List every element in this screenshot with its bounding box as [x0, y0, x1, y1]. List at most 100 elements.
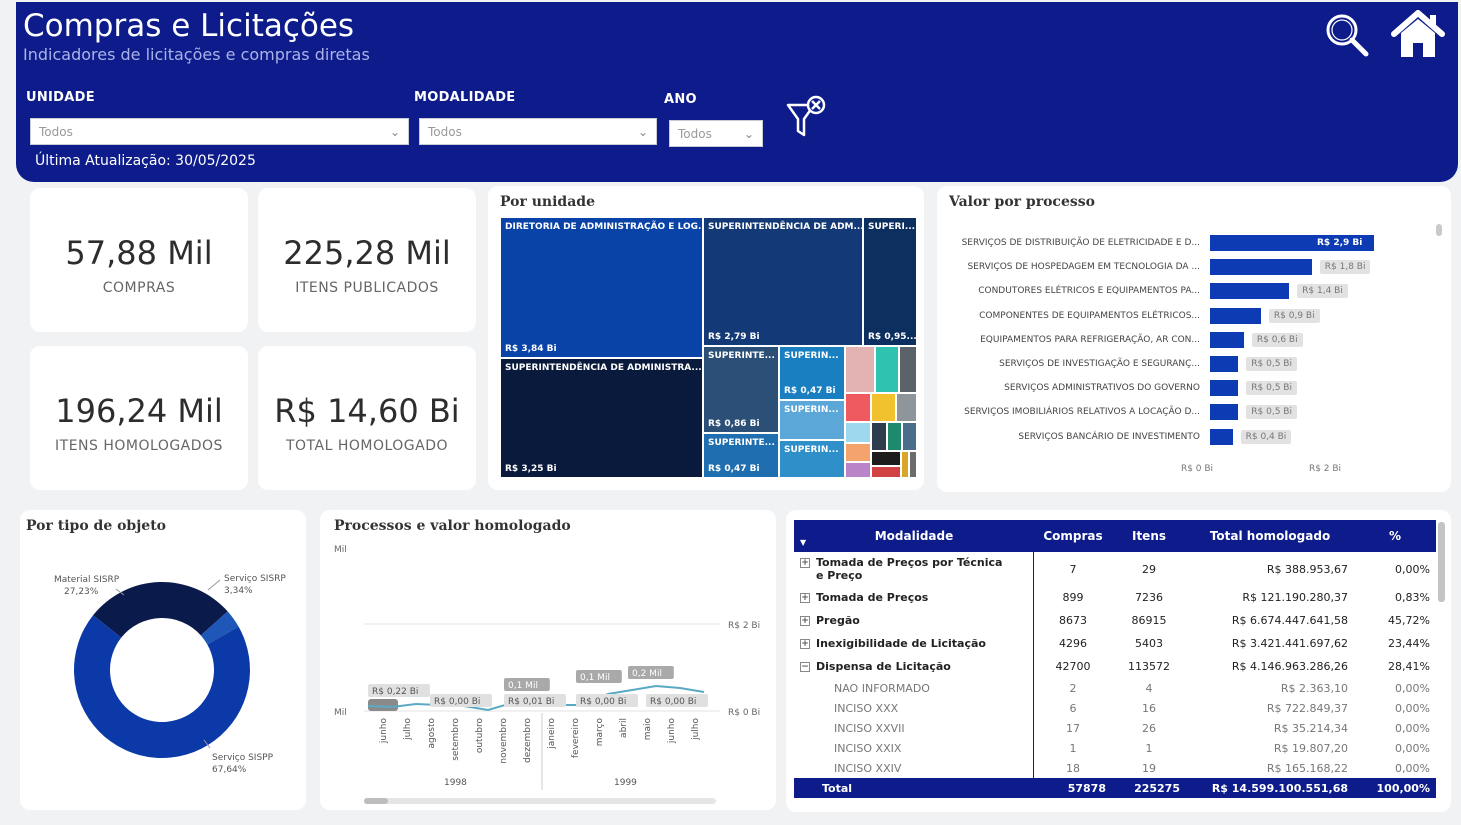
- donut-slice[interactable]: [74, 615, 251, 758]
- bar[interactable]: [1210, 404, 1239, 421]
- treemap-tile[interactable]: [887, 422, 902, 451]
- table-header-row: Modalidade ▼ Compras Itens Total homolog…: [794, 520, 1436, 552]
- row-label: INCISO XXIV: [834, 761, 902, 775]
- table-row[interactable]: + Inexigibilidade de Licitação 4296 5403 R$ …: [794, 632, 1436, 655]
- scrollbar-thumb[interactable]: [364, 798, 388, 804]
- col-itens[interactable]: Itens: [1112, 520, 1186, 552]
- kpi-value: 196,24 Mil: [55, 392, 223, 430]
- x-tick-label: outubro: [475, 718, 485, 754]
- treemap-tile[interactable]: [845, 462, 871, 478]
- column-bar[interactable]: [368, 699, 398, 711]
- bar[interactable]: [1210, 259, 1312, 276]
- treemap-tile[interactable]: [896, 393, 917, 422]
- table-subrow[interactable]: INCISO XXIX 1 1 R$ 19.807,20 0,00%: [794, 738, 1436, 758]
- row-label: Pregão: [816, 614, 860, 627]
- table-row[interactable]: + Tomada de Preços 899 7236 R$ 121.190.280,3…: [794, 586, 1436, 609]
- treemap-tile[interactable]: SUPERINTE... R$ 0,86 Bi: [703, 346, 779, 433]
- expand-icon[interactable]: +: [800, 558, 810, 568]
- expand-icon[interactable]: +: [800, 639, 810, 649]
- valor-processo-title: Valor por processo: [949, 194, 1095, 210]
- table-subrow[interactable]: NAO INFORMADO 2 4 R$ 2.363,10 0,00%: [794, 678, 1436, 698]
- treemap-tile-name: SUPERIN...: [784, 445, 839, 455]
- treemap-tile[interactable]: [871, 451, 901, 466]
- scrollbar-thumb[interactable]: [1438, 522, 1445, 602]
- table-subrow[interactable]: INCISO XXVII 17 26 R$ 35.214,34 0,00%: [794, 718, 1436, 738]
- table-subrow[interactable]: INCISO XXIV 18 19 R$ 165.168,22 0,00%: [794, 758, 1436, 778]
- treemap-tile[interactable]: [871, 466, 901, 478]
- treemap-tile[interactable]: [909, 451, 917, 478]
- kpi-label: ITENS PUBLICADOS: [295, 280, 439, 296]
- scrollbar-track[interactable]: [364, 798, 716, 804]
- bar-category-label: SERVIÇOS ADMINISTRATIVOS DO GOVERNO: [1004, 383, 1200, 394]
- x-tick-label: julho: [403, 718, 413, 741]
- filter-clear-icon[interactable]: [786, 95, 828, 141]
- cell-total: R$ 4.146.963.286,26: [1231, 660, 1348, 673]
- bar-category-label: SERVIÇOS DE HOSPEDAGEM EM TECNOLOGIA DA …: [967, 262, 1200, 273]
- table-row[interactable]: − Dispensa de Licitação 42700 113572 R$ 4.14…: [794, 655, 1436, 678]
- table-subrow[interactable]: INCISO XXX 6 16 R$ 722.849,37 0,00%: [794, 698, 1436, 718]
- bar[interactable]: [1210, 380, 1239, 397]
- expand-icon[interactable]: +: [800, 593, 810, 603]
- treemap-tile[interactable]: [902, 422, 917, 451]
- bar[interactable]: [1210, 307, 1261, 324]
- cell-compras: 42700: [1055, 660, 1091, 673]
- treemap-tile[interactable]: [871, 422, 887, 451]
- cell-itens: 4: [1145, 681, 1153, 695]
- treemap-tile[interactable]: [845, 422, 871, 443]
- treemap-tile[interactable]: [845, 393, 871, 422]
- bar[interactable]: [1210, 283, 1290, 300]
- x-tick-label: maio: [643, 718, 653, 741]
- scrollbar-thumb[interactable]: [1436, 224, 1442, 236]
- filter-modalidade-select[interactable]: Todos ⌄: [419, 118, 657, 145]
- filter-unidade-value: Todos: [39, 124, 73, 139]
- treemap-tile-value: R$ 3,84 Bi: [505, 344, 557, 354]
- sort-down-icon[interactable]: ▼: [800, 538, 806, 547]
- y-axis-label: Mil: [334, 708, 347, 718]
- bar[interactable]: [1210, 356, 1239, 372]
- home-icon[interactable]: [1390, 10, 1446, 60]
- treemap-tile[interactable]: SUPERINTENDÊNCIA DE ADM... R$ 2,79 Bi: [703, 217, 863, 346]
- row-label: Tomada de Preços: [816, 591, 929, 604]
- treemap-tile-name: SUPERI...: [868, 222, 916, 232]
- filter-unidade-select[interactable]: Todos ⌄: [30, 118, 409, 145]
- header-banner: Compras e Licitações Indicadores de lici…: [16, 2, 1458, 182]
- col-pct[interactable]: %: [1354, 520, 1436, 552]
- expand-icon[interactable]: +: [800, 616, 810, 626]
- col-total[interactable]: Total homologado: [1186, 520, 1354, 552]
- table-row[interactable]: + Tomada de Preços por Técnica e Preço 7 29…: [794, 552, 1436, 586]
- treemap-tile[interactable]: SUPERIN... R$ 0,47 Bi: [779, 346, 845, 400]
- col-compras[interactable]: Compras: [1034, 520, 1112, 552]
- bar[interactable]: [1210, 331, 1244, 348]
- col-modalidade[interactable]: Modalidade ▼: [794, 520, 1034, 552]
- donut-pct: 3,34%: [224, 586, 253, 596]
- total-itens: 225275: [1112, 778, 1186, 798]
- treemap-tile[interactable]: [901, 451, 909, 478]
- cell-compras: 7: [1069, 562, 1077, 576]
- treemap-tile[interactable]: SUPERIN...: [779, 400, 845, 440]
- treemap-tile[interactable]: [899, 346, 917, 393]
- treemap-tile[interactable]: SUPERINTE... R$ 0,47 Bi: [703, 433, 779, 478]
- bar[interactable]: [1210, 428, 1233, 445]
- treemap-tile[interactable]: DIRETORIA DE ADMINISTRAÇÃO E LOG... R$ 3…: [500, 217, 703, 358]
- treemap-tile[interactable]: [845, 443, 871, 462]
- treemap-tile[interactable]: [875, 346, 899, 393]
- filter-ano-select[interactable]: Todos ⌄: [669, 120, 763, 147]
- cell-total: R$ 121.190.280,37: [1242, 591, 1348, 604]
- chevron-down-icon: ⌄: [743, 126, 754, 141]
- x-tick-label: junho: [379, 718, 389, 745]
- search-icon[interactable]: [1324, 12, 1370, 58]
- collapse-icon[interactable]: −: [800, 662, 810, 672]
- treemap-tile[interactable]: [845, 346, 875, 393]
- treemap-tile-value: R$ 3,25 Bi: [505, 464, 557, 474]
- table-total-row: Total 57878 225275 R$ 14.599.100.551,68 …: [794, 778, 1436, 798]
- donut-slice[interactable]: [93, 582, 228, 638]
- bar-value-label: R$ 0,9 Bi: [1268, 308, 1320, 323]
- treemap-tile[interactable]: SUPERINTENDÊNCIA DE ADMINISTRA... R$ 3,2…: [500, 358, 703, 478]
- table-row[interactable]: + Pregão 8673 86915 R$ 6.674.447.641,58 45,72…: [794, 609, 1436, 632]
- treemap-tile-name: SUPERINTENDÊNCIA DE ADM...: [708, 222, 863, 232]
- treemap-tile[interactable]: [871, 393, 896, 422]
- treemap-tile[interactable]: SUPERIN...: [779, 440, 845, 478]
- treemap-tile[interactable]: SUPERI... R$ 0,95...: [863, 217, 917, 346]
- x-tick-label: R$ 2 Bi: [1308, 464, 1342, 474]
- dashboard: Compras e Licitações Indicadores de lici…: [0, 0, 1461, 825]
